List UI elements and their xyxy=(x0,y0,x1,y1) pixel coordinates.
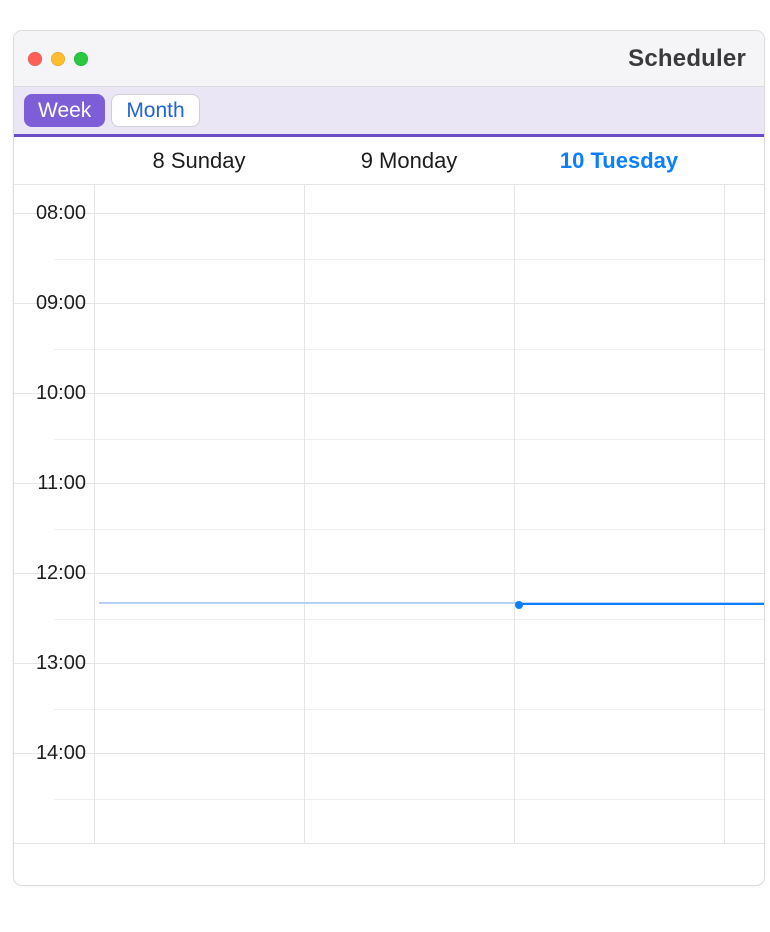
time-label: 12:00 xyxy=(14,574,94,664)
time-slot[interactable] xyxy=(514,664,724,754)
time-slot[interactable] xyxy=(724,214,764,304)
time-slot[interactable] xyxy=(724,185,764,214)
time-slot[interactable] xyxy=(514,394,724,484)
time-slot[interactable] xyxy=(514,214,724,304)
time-slot[interactable] xyxy=(304,754,514,844)
time-slot[interactable] xyxy=(514,484,724,574)
window-controls xyxy=(28,52,88,66)
time-slot[interactable] xyxy=(724,484,764,574)
zoom-icon[interactable] xyxy=(74,52,88,66)
time-slot[interactable] xyxy=(94,304,304,394)
time-slot[interactable] xyxy=(94,484,304,574)
time-slot[interactable] xyxy=(94,574,304,664)
time-slot[interactable] xyxy=(514,754,724,844)
time-label: 08:00 xyxy=(14,214,94,304)
time-slot[interactable] xyxy=(724,394,764,484)
time-label: 14:00 xyxy=(14,754,94,844)
scheduler-window: Scheduler Week Month 8 Sunday 9 Monday 1… xyxy=(13,30,765,886)
time-slot[interactable] xyxy=(724,304,764,394)
titlebar[interactable]: Scheduler xyxy=(14,31,764,87)
calendar-grid[interactable]: 07:0008:0009:0010:0011:0012:0013:0014:00 xyxy=(14,185,764,885)
time-label: 13:00 xyxy=(14,664,94,754)
time-slot[interactable] xyxy=(724,664,764,754)
time-slot[interactable] xyxy=(304,394,514,484)
time-slot[interactable] xyxy=(514,185,724,214)
minimize-icon[interactable] xyxy=(51,52,65,66)
time-slot[interactable] xyxy=(304,574,514,664)
time-slot[interactable] xyxy=(94,185,304,214)
week-view-button[interactable]: Week xyxy=(24,94,105,127)
time-slot[interactable] xyxy=(94,214,304,304)
day-header[interactable]: 11 W xyxy=(724,148,765,174)
day-header[interactable]: 9 Monday xyxy=(304,148,514,174)
time-slot[interactable] xyxy=(304,484,514,574)
time-label: 10:00 xyxy=(14,394,94,484)
time-slot[interactable] xyxy=(724,754,764,844)
time-slot[interactable] xyxy=(724,574,764,664)
time-slot[interactable] xyxy=(514,574,724,664)
day-header[interactable]: 8 Sunday xyxy=(94,148,304,174)
time-slot[interactable] xyxy=(94,754,304,844)
time-slot[interactable] xyxy=(304,304,514,394)
day-header-row: 8 Sunday 9 Monday 10 Tuesday 11 W xyxy=(14,137,764,185)
time-slot[interactable] xyxy=(94,394,304,484)
time-label: 09:00 xyxy=(14,304,94,394)
month-view-button[interactable]: Month xyxy=(111,94,199,127)
time-slot[interactable] xyxy=(304,664,514,754)
time-slot[interactable] xyxy=(304,185,514,214)
window-title: Scheduler xyxy=(628,45,746,73)
close-icon[interactable] xyxy=(28,52,42,66)
time-label: 11:00 xyxy=(14,484,94,574)
view-toolbar: Week Month xyxy=(14,87,764,137)
time-slot[interactable] xyxy=(94,664,304,754)
time-slot[interactable] xyxy=(514,304,724,394)
time-slot[interactable] xyxy=(304,214,514,304)
day-header-today[interactable]: 10 Tuesday xyxy=(514,148,724,174)
